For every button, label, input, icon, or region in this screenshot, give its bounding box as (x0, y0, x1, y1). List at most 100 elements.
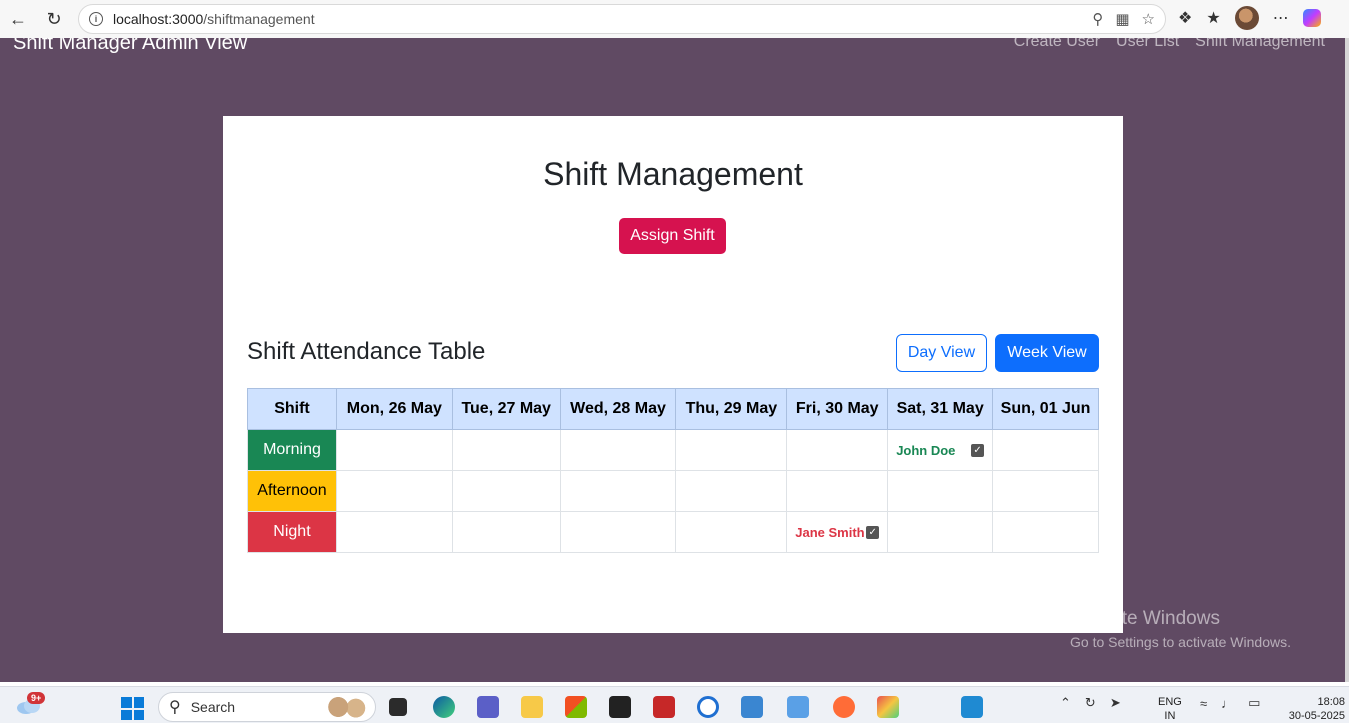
reload-icon[interactable]: ↻ (36, 1, 72, 37)
table-cell[interactable] (992, 470, 1099, 512)
nav-shift-management[interactable]: Shift Management (1195, 38, 1325, 51)
chevron-up-icon[interactable]: ⌃ (1060, 695, 1071, 711)
send-icon[interactable]: ➤ (1110, 695, 1121, 711)
windows-taskbar: 9+ ⚲ Search ⌃ ↻ ➤ ENG IN ≈ ♩ ▭ 18:08 30-… (0, 686, 1349, 723)
header-day: Mon, 26 May (335, 388, 453, 430)
table-cell[interactable]: John Doe ✓ (887, 429, 994, 471)
table-cell[interactable] (887, 511, 994, 553)
assign-shift-button[interactable]: Assign Shift (619, 218, 726, 254)
week-view-button[interactable]: Week View (995, 334, 1099, 372)
clock-date: 30-05-2025 (1288, 710, 1345, 722)
battery-icon[interactable]: ▭ (1248, 695, 1260, 711)
key-icon[interactable]: ⚲ (1092, 10, 1103, 28)
search-placeholder: Search (190, 699, 236, 715)
table-cell[interactable] (559, 470, 677, 512)
store-icon[interactable] (565, 696, 587, 718)
table-cell[interactable] (559, 429, 677, 471)
status-icons: ≈ ♩ ▭ (1200, 695, 1260, 711)
table-cell[interactable] (992, 429, 1099, 471)
git-kraken-icon[interactable] (877, 696, 899, 718)
region-code: IN (1164, 710, 1176, 722)
page-title: Shift Management (543, 156, 803, 192)
header-day: Tue, 27 May (451, 388, 561, 430)
edge-browser-icon[interactable] (433, 696, 455, 718)
header-day: Sat, 31 May (887, 388, 994, 430)
clock[interactable]: 18:08 30-05-2025 (1283, 695, 1345, 723)
checkbox-checked-icon[interactable]: ✓ (866, 525, 880, 539)
brand-title[interactable]: Shift Manager Admin View (13, 38, 247, 55)
table-cell[interactable] (675, 429, 788, 471)
back-icon[interactable]: ← (0, 1, 36, 37)
table-cell[interactable] (675, 511, 788, 553)
app-grid-icon[interactable]: ▦ (1115, 10, 1129, 28)
info-icon[interactable]: i (89, 12, 103, 26)
nav-user-list[interactable]: User List (1116, 38, 1179, 51)
top-navigation: Create User User List Shift Management (1014, 38, 1325, 51)
search-highlight-icon (325, 696, 369, 718)
copilot-icon[interactable] (1302, 9, 1321, 27)
postman-icon[interactable] (833, 696, 855, 718)
shift-entry: John Doe ✓ (888, 443, 992, 458)
volume-icon[interactable]: ♩ (1221, 696, 1234, 711)
watermark-subtitle: Go to Settings to activate Windows. (1070, 634, 1291, 650)
notification-badge: 9+ (27, 692, 46, 704)
employee-name: John Doe (896, 442, 956, 458)
file-explorer-icon[interactable] (521, 696, 543, 718)
profile-avatar[interactable] (1234, 6, 1259, 30)
address-bar[interactable]: i localhost:3000/shiftmanagement ⚲ ▦ ☆ (78, 4, 1166, 34)
more-menu-icon[interactable]: ⋯ (1273, 8, 1289, 28)
table-row: Afternoon (247, 470, 1099, 512)
wifi-icon[interactable]: ≈ (1200, 696, 1207, 711)
sticky-notes-icon[interactable] (609, 696, 631, 718)
star-icon[interactable]: ☆ (1142, 10, 1155, 28)
url-path: /shiftmanagement (203, 11, 315, 27)
activate-windows-watermark: Activate Windows Go to Settings to activ… (1070, 608, 1291, 650)
watermark-title: Activate Windows (1070, 608, 1220, 629)
teams-icon[interactable] (477, 696, 499, 718)
shift-night-label: Night (247, 511, 337, 553)
day-view-button[interactable]: Day View (896, 334, 987, 372)
vscode-icon[interactable] (961, 696, 983, 718)
url-host: localhost:3000 (113, 11, 204, 27)
table-cell[interactable] (675, 470, 788, 512)
table-cell[interactable] (786, 470, 889, 512)
table-cell[interactable]: Jane Smith ✓ (786, 511, 889, 553)
table-cell[interactable] (451, 470, 561, 512)
table-row: Morning John Doe ✓ (247, 429, 1099, 471)
shift-card: Shift Management Assign Shift Shift Atte… (223, 116, 1123, 633)
header-shift: Shift (247, 388, 337, 430)
remote-desktop-icon[interactable] (741, 696, 763, 718)
shift-morning-label: Morning (247, 429, 337, 471)
employee-name: Jane Smith (795, 524, 865, 540)
search-icon: ⚲ (169, 699, 181, 716)
header-day: Thu, 29 May (675, 388, 788, 430)
table-cell[interactable] (559, 511, 677, 553)
table-row: Night Jane Smith ✓ (247, 511, 1099, 553)
table-cell[interactable] (887, 470, 994, 512)
notepad-icon[interactable] (787, 696, 809, 718)
checkbox-checked-icon[interactable]: ✓ (971, 443, 985, 457)
red-app-icon[interactable] (653, 696, 675, 718)
windows-start-icon[interactable] (121, 697, 144, 720)
table-cell[interactable] (451, 511, 561, 553)
attendance-table: Shift Mon, 26 May Tue, 27 May Wed, 28 Ma… (247, 388, 1099, 553)
table-title: Shift Attendance Table (247, 338, 486, 365)
clock-time: 18:08 (1317, 696, 1345, 708)
extensions-icon[interactable]: ❖ (1178, 8, 1192, 28)
table-cell[interactable] (451, 429, 561, 471)
table-cell[interactable] (786, 429, 889, 471)
task-view-icon[interactable] (389, 698, 407, 716)
page-scrollbar[interactable] (1345, 38, 1349, 682)
table-cell[interactable] (335, 511, 453, 553)
github-desktop-icon[interactable] (697, 696, 719, 718)
table-cell[interactable] (992, 511, 1099, 553)
shift-entry: Jane Smith ✓ (787, 525, 887, 540)
sync-icon[interactable]: ↻ (1085, 695, 1096, 711)
taskbar-search-input[interactable]: ⚲ Search (158, 692, 376, 722)
language-indicator[interactable]: ENG IN (1158, 695, 1182, 723)
favorites-icon[interactable]: ★ (1206, 8, 1220, 28)
url-text[interactable]: localhost:3000/shiftmanagement (113, 11, 315, 27)
nav-create-user[interactable]: Create User (1014, 38, 1100, 51)
table-cell[interactable] (335, 429, 453, 471)
table-cell[interactable] (335, 470, 453, 512)
